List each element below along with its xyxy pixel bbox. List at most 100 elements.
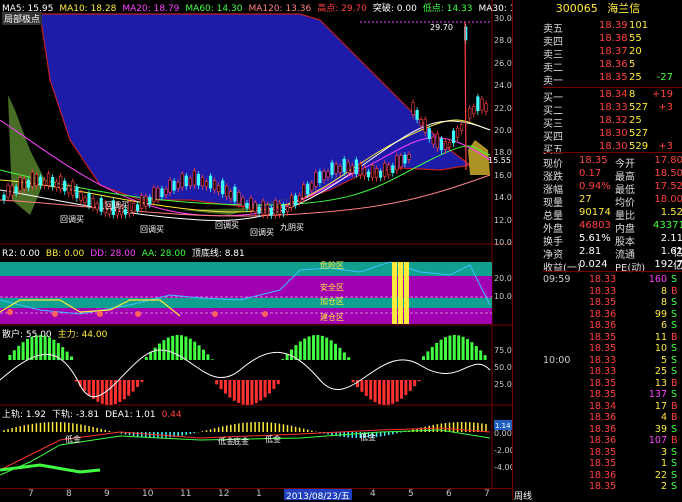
candle-body [63, 180, 67, 192]
buy-label: 买五 [543, 145, 563, 156]
candle-body [314, 172, 318, 187]
candle-body [50, 177, 55, 187]
tick-direction: B [671, 412, 678, 423]
histogram-bar [325, 337, 329, 360]
histogram-bar [307, 336, 311, 360]
candle-body [22, 178, 26, 190]
candle-body [350, 165, 354, 174]
tick-row: 18.35 13 B [543, 378, 682, 390]
candle-body [293, 195, 298, 206]
histogram-bar [65, 351, 69, 360]
stock-code: 300065 [555, 2, 598, 15]
histogram-bar [382, 380, 386, 405]
buy-annotation: 回调买 [140, 225, 164, 234]
ma-legend-item: MA20: 18.79 [122, 4, 180, 14]
pane3-legend-item: 主力: 44.00 [57, 330, 108, 340]
chart-area[interactable]: 29.70 15.55 回调买 回调买 回调买 回调买 回调买 九阴买 危险区 安全区 加仓区 建仓区… [0, 0, 512, 500]
stat-value: 17.52 [654, 181, 682, 192]
x-axis-tick: 6 [446, 489, 452, 499]
stat-value: 90174 [579, 207, 611, 218]
buy-row: 买四 18.30 527 [543, 128, 682, 143]
x-axis-tick: 1 [256, 489, 262, 499]
ma-legend-item: 突破: 0.00 [372, 4, 417, 14]
candle-body [6, 185, 10, 198]
tick-volume: 8 [660, 285, 667, 297]
histogram-bar [386, 380, 390, 405]
histogram-bar [61, 347, 65, 360]
histogram-bar [479, 350, 483, 360]
stat-value: 0.17 [579, 168, 602, 179]
tick-volume: 5 [660, 354, 667, 366]
histogram-bar [285, 354, 289, 360]
sell-price: 18.38 [599, 33, 628, 44]
pane2-legend-item: R2: 0.00 [2, 249, 40, 259]
histogram-bar [250, 380, 254, 405]
signal-dot [135, 311, 141, 317]
histogram-bar [369, 380, 373, 400]
signal-dot [97, 311, 103, 317]
pane2-legend: R2: 0.00 BB: 0.00 DD: 28.00 AA: 28.00 顶底线: 8… [2, 246, 251, 259]
price-axis-tick: 14.00 [494, 193, 517, 203]
price-spike [464, 21, 467, 171]
tick-volume: 1 [660, 458, 667, 469]
tick-volume: 107 [648, 435, 667, 446]
tick-direction: S [671, 423, 678, 435]
subtitle: 局部极点 [2, 12, 43, 25]
tick-price: 18.35 [589, 389, 617, 400]
histogram-bar [320, 335, 324, 360]
period-label[interactable]: 周线 [514, 489, 532, 502]
buy-row: 买三 18.32 25 [543, 115, 682, 130]
candle-body [455, 127, 460, 138]
zone-safe [0, 276, 492, 298]
candle-body [265, 204, 269, 216]
buy-row: 买二 18.33 527 +3 [543, 102, 682, 117]
cross-annotation: 底金 [233, 436, 249, 446]
tick-volume: 6 [660, 320, 667, 331]
candle-body [419, 119, 423, 126]
stat-value: 0.94% [579, 181, 611, 192]
candle-body [132, 202, 136, 213]
buy-vol: 527 [629, 128, 649, 139]
histogram-bar [439, 339, 443, 360]
signal-dot [52, 311, 58, 317]
histogram-bar [188, 338, 192, 360]
candle-body [241, 197, 245, 207]
pane2-axis-tick: 20.00 [494, 274, 517, 283]
price-axis-tick: 30.00 [494, 14, 517, 23]
tick-direction: S [671, 469, 678, 481]
price-axis-tick: 18.00 [494, 148, 517, 158]
candle-body [415, 110, 419, 120]
pane3-axis-tick: 50.00 [494, 363, 517, 372]
tick-volume: 13 [654, 377, 667, 389]
candle-body [225, 185, 229, 197]
x-axis-tick: 4 [370, 489, 376, 499]
buy-vol: 25 [629, 115, 642, 126]
histogram-bar [136, 380, 139, 387]
cross-annotation: 低金 [65, 434, 81, 444]
tick-price: 18.36 [589, 469, 617, 481]
candle-body [330, 162, 334, 176]
candle-body [281, 204, 286, 214]
tick-price: 18.36 [589, 435, 617, 446]
histogram-bar [474, 346, 478, 360]
histogram-bar [166, 337, 170, 360]
pane4-legend-item: 0.44 [161, 410, 182, 420]
pane2-legend-item: AA: 28.00 [141, 249, 186, 259]
candle-body [362, 167, 367, 177]
lower-band [0, 463, 101, 474]
buy-annotation: 回调买 [215, 221, 239, 230]
tick-volume: 4 [660, 412, 667, 423]
candle-body [298, 195, 302, 202]
candle-body [411, 102, 415, 115]
sell-row: 卖五 18.39 101 [543, 20, 682, 35]
tick-price: 18.36 [589, 308, 617, 320]
histogram-bar [149, 352, 153, 360]
histogram-bar [422, 356, 425, 360]
histogram-bar [373, 380, 377, 403]
sell-row: 卖三 18.37 20 [543, 46, 682, 61]
sell-price: 18.35 [599, 72, 628, 83]
histogram-bar [466, 339, 469, 360]
stat-value: 5.61% [579, 233, 611, 244]
histogram-bar [461, 336, 465, 360]
ma-legend-item: MA60: 14.30 [185, 4, 243, 14]
